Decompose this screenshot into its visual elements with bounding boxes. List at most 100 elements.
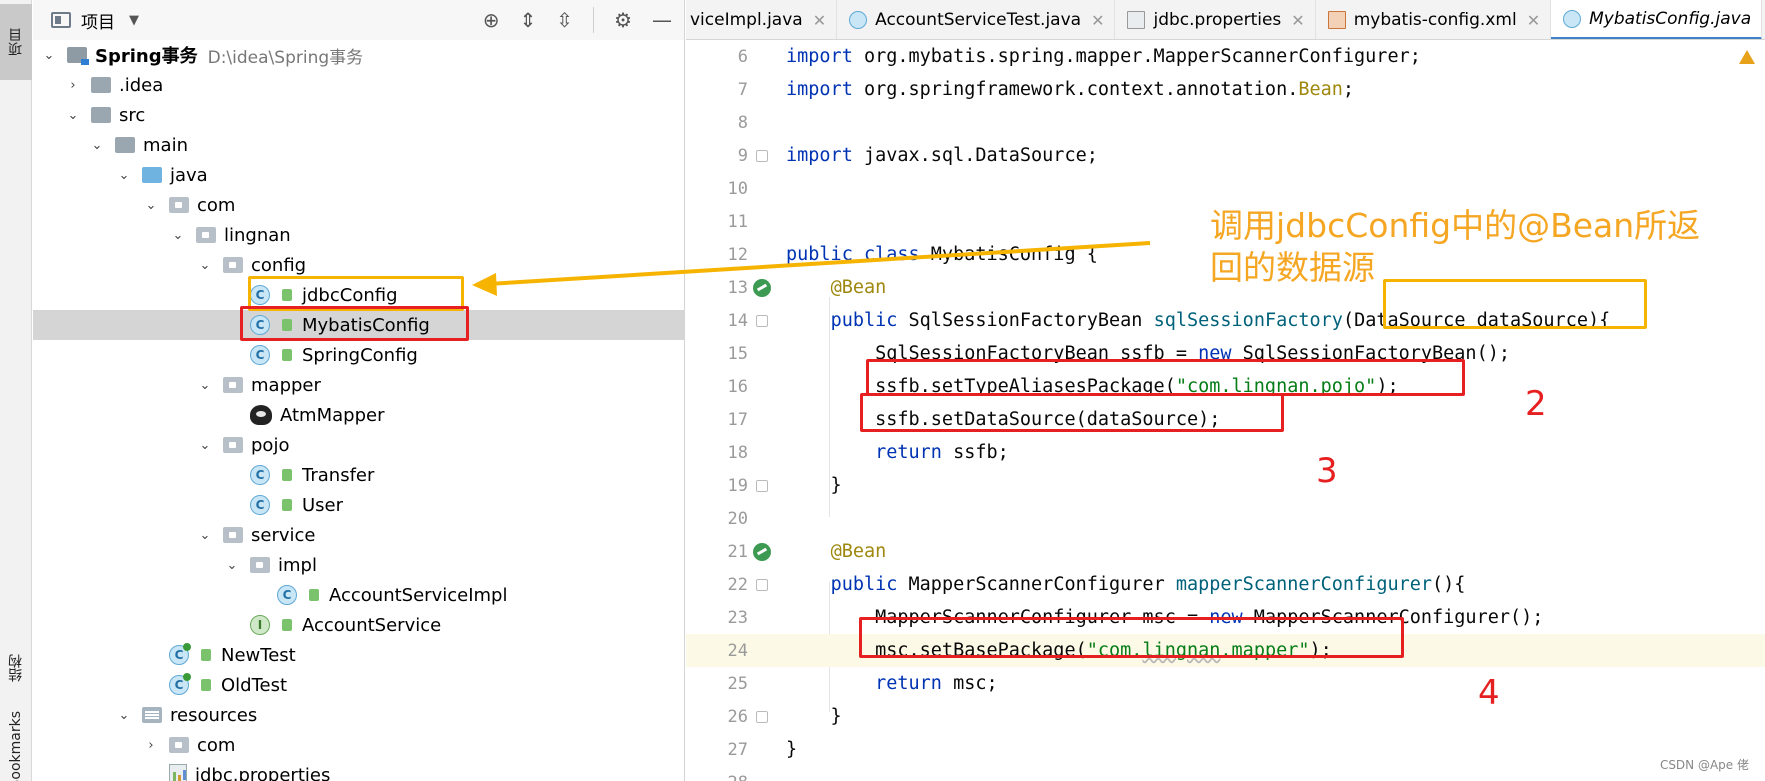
tab-viceimpl[interactable]: viceImpl.java ✕: [686, 0, 838, 39]
project-panel-title[interactable]: 项目: [81, 8, 115, 33]
gear-icon[interactable]: ⚙: [614, 8, 632, 32]
code-line[interactable]: 25 return msc;: [686, 667, 1765, 700]
close-icon[interactable]: ✕: [813, 11, 826, 30]
tab-accountservicetest[interactable]: AccountServiceTest.java ✕: [837, 0, 1116, 39]
tree-item-project-root[interactable]: ⌄ Spring事务 D:\idea\Spring事务: [33, 40, 684, 70]
close-icon[interactable]: ✕: [1291, 11, 1304, 30]
tree-item-main[interactable]: ⌄ main: [33, 130, 684, 160]
project-path: D:\idea\Spring事务: [207, 47, 364, 68]
tree-item-user[interactable]: C User: [33, 490, 684, 520]
access-lock-icon: [282, 619, 292, 631]
line-number: 20: [727, 508, 748, 529]
collapse-all-icon[interactable]: ⇳: [556, 8, 573, 32]
code-line[interactable]: 22 public MapperScannerConfigurer mapper…: [686, 568, 1765, 601]
chevron-down-icon[interactable]: ⌄: [197, 378, 213, 393]
code-line[interactable]: 21 @Bean: [686, 535, 1765, 568]
tree-item-com[interactable]: ⌄ com: [33, 190, 684, 220]
code-line[interactable]: 9 import javax.sql.DataSource;: [686, 139, 1765, 172]
tree-item-jdbcconfig[interactable]: C jdbcConfig: [33, 280, 684, 310]
bookmarks-tool-tab[interactable]: Bookmarks: [0, 711, 32, 781]
fold-marker-icon[interactable]: [756, 149, 768, 162]
chevron-down-icon[interactable]: ⌄: [89, 138, 105, 153]
spring-bean-icon[interactable]: [753, 542, 771, 561]
project-tool-tab[interactable]: 项目: [0, 4, 32, 80]
chevron-down-icon[interactable]: ⌄: [197, 258, 213, 273]
code-line[interactable]: 8: [686, 106, 1765, 139]
chevron-down-icon[interactable]: ⌄: [143, 198, 159, 213]
spring-bean-icon[interactable]: [753, 278, 771, 297]
tree-item-pojo[interactable]: ⌄ pojo: [33, 430, 684, 460]
tree-item-transfer[interactable]: C Transfer: [33, 460, 684, 490]
tree-item-service[interactable]: ⌄ service: [33, 520, 684, 550]
tree-item-config[interactable]: ⌄ config: [33, 250, 684, 280]
tree-item-resources[interactable]: ⌄ resources: [33, 700, 684, 730]
code-line[interactable]: 26 }: [686, 700, 1765, 733]
code-line[interactable]: 20: [686, 502, 1765, 535]
expand-all-icon[interactable]: ⇕: [520, 8, 537, 32]
chevron-down-icon[interactable]: ▼: [129, 13, 139, 28]
tree-item-newtest[interactable]: C NewTest: [33, 640, 684, 670]
tab-mybatis-config[interactable]: mybatis-config.xml ✕: [1316, 0, 1552, 39]
code-line[interactable]: 16 ssfb.setTypeAliasesPackage("com.lingn…: [686, 370, 1765, 403]
tree-item-oldtest[interactable]: C OldTest: [33, 670, 684, 700]
tree-item-atmmapper[interactable]: AtmMapper: [33, 400, 684, 430]
close-icon[interactable]: ✕: [1527, 11, 1540, 30]
tree-item-springconfig[interactable]: C SpringConfig: [33, 340, 684, 370]
tree-item-accountservice[interactable]: I AccountService: [33, 610, 684, 640]
tree-item-java[interactable]: ⌄ java: [33, 160, 684, 190]
tree-item-resources-com[interactable]: › com: [33, 730, 684, 760]
tab-jdbc-properties[interactable]: jdbc.properties ✕: [1115, 0, 1316, 39]
code-line[interactable]: 19 }: [686, 469, 1765, 502]
tree-item-accountserviceimpl[interactable]: C AccountServiceImpl: [33, 580, 684, 610]
tree-item-mapper[interactable]: ⌄ mapper: [33, 370, 684, 400]
code-line[interactable]: 10: [686, 172, 1765, 205]
tab-mybatisconfig[interactable]: MybatisConfig.java: [1551, 0, 1763, 39]
code-line[interactable]: 17 ssfb.setDataSource(dataSource);: [686, 403, 1765, 436]
code-line-current[interactable]: 24 msc.setBasePackage("com.lingnan.mappe…: [686, 634, 1765, 667]
fold-marker-icon[interactable]: [756, 710, 768, 723]
tree-item-src[interactable]: ⌄ src: [33, 100, 684, 130]
chevron-down-icon[interactable]: ⌄: [170, 228, 186, 243]
code-line[interactable]: 6 import org.mybatis.spring.mapper.Mappe…: [686, 40, 1765, 73]
chevron-down-icon[interactable]: ⌄: [116, 708, 132, 723]
access-lock-icon: [282, 469, 292, 481]
tree-item-label: impl: [278, 554, 317, 576]
code-line[interactable]: 27 }: [686, 733, 1765, 766]
code-line[interactable]: 18 return ssfb;: [686, 436, 1765, 469]
chevron-right-icon[interactable]: ›: [65, 78, 81, 93]
folder-icon: [91, 77, 111, 93]
folder-icon: [115, 137, 135, 153]
chevron-down-icon[interactable]: ⌄: [116, 168, 132, 183]
tree-item-jdbc-properties[interactable]: jdbc.properties: [33, 760, 684, 781]
fold-marker-icon[interactable]: [756, 479, 768, 492]
code-line[interactable]: 23 MapperScannerConfigurer msc = new Map…: [686, 601, 1765, 634]
locate-file-icon[interactable]: ⊕: [483, 8, 500, 32]
tree-item-impl[interactable]: ⌄ impl: [33, 550, 684, 580]
close-icon[interactable]: ✕: [1091, 11, 1104, 30]
code-line[interactable]: 28: [686, 766, 1765, 781]
tree-item-lingnan[interactable]: ⌄ lingnan: [33, 220, 684, 250]
tool-window-strip: 项目 结构 Bookmarks: [0, 0, 32, 781]
line-number: 14: [727, 310, 748, 331]
line-number: 23: [727, 607, 748, 628]
fold-marker-icon[interactable]: [756, 314, 768, 327]
code-text: public SqlSessionFactoryBean sqlSessionF…: [830, 310, 1611, 331]
code-line[interactable]: 14 public SqlSessionFactoryBean sqlSessi…: [686, 304, 1765, 337]
editor-tab-bar: viceImpl.java ✕ AccountServiceTest.java …: [686, 0, 1765, 40]
tree-item-idea[interactable]: › .idea: [33, 70, 684, 100]
chevron-down-icon[interactable]: ⌄: [197, 438, 213, 453]
tree-item-mybatisconfig[interactable]: C MybatisConfig: [33, 310, 684, 340]
chevron-down-icon[interactable]: ⌄: [197, 528, 213, 543]
chevron-down-icon[interactable]: ⌄: [65, 108, 81, 123]
toolbar-divider: [593, 7, 595, 33]
chevron-down-icon[interactable]: ⌄: [41, 48, 57, 63]
chevron-right-icon[interactable]: ›: [143, 738, 159, 753]
structure-tool-tab[interactable]: 结构: [0, 630, 32, 706]
tree-item-label: resources: [170, 704, 258, 726]
chevron-down-icon[interactable]: ⌄: [224, 558, 240, 573]
fold-marker-icon[interactable]: [756, 578, 768, 591]
hide-panel-icon[interactable]: —: [652, 8, 672, 32]
code-line[interactable]: 15 SqlSessionFactoryBean ssfb = new SqlS…: [686, 337, 1765, 370]
package-icon: [169, 197, 189, 213]
code-line[interactable]: 7 import org.springframework.context.ann…: [686, 73, 1765, 106]
